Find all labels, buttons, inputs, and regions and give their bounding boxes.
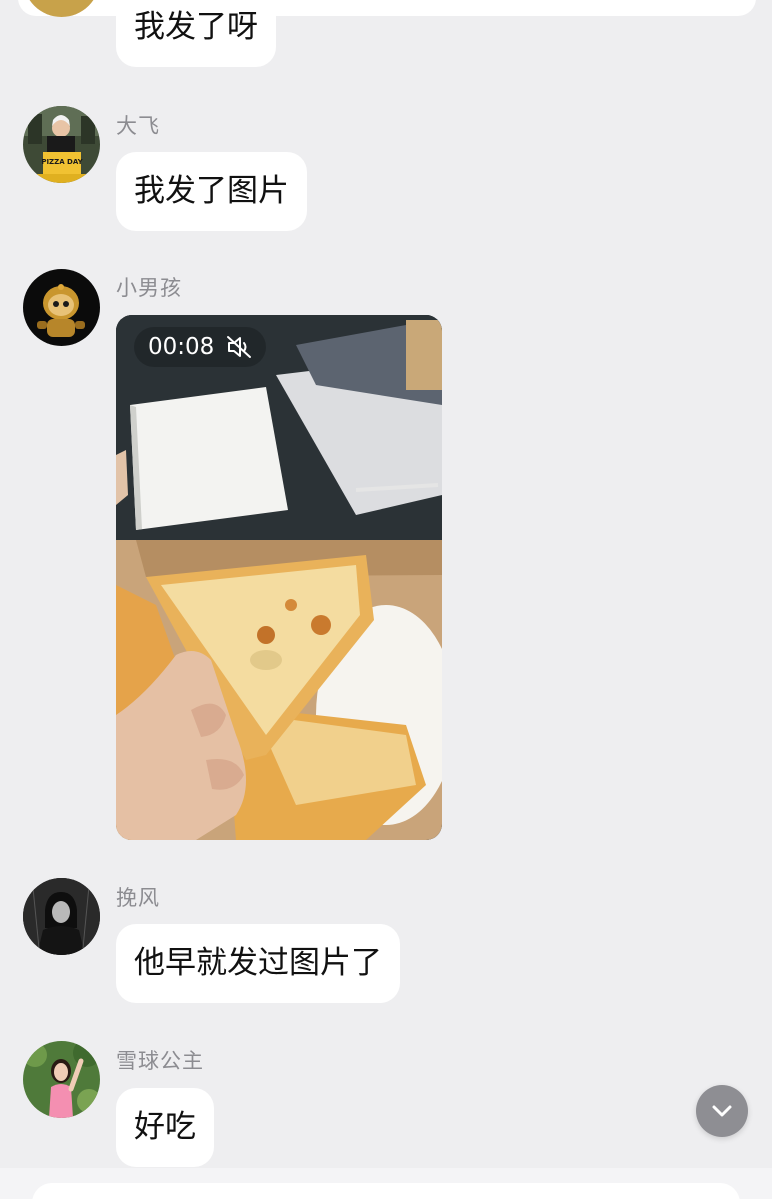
sender-name: 小男孩 xyxy=(116,276,182,300)
sender-name: 雪球公主 xyxy=(116,1049,204,1073)
sender-name: 大飞 xyxy=(116,114,160,138)
video-message[interactable]: 00:08 xyxy=(116,315,442,840)
avatar[interactable]: PIZZA DAY xyxy=(23,106,100,183)
message-bubble[interactable]: 好吃 xyxy=(116,1088,214,1167)
message-input[interactable] xyxy=(32,1183,740,1199)
chevron-down-icon xyxy=(712,1105,732,1117)
video-thumbnail xyxy=(116,315,442,840)
message-bubble[interactable]: 他早就发过图片了 xyxy=(116,924,400,1003)
video-overlay: 00:08 xyxy=(134,327,267,367)
speaker-muted-icon[interactable] xyxy=(226,334,252,360)
avatar[interactable] xyxy=(23,269,100,346)
avatar[interactable] xyxy=(23,1041,100,1118)
avatar-pizza-text: PIZZA DAY xyxy=(41,158,83,166)
video-duration: 00:08 xyxy=(148,334,215,360)
scroll-to-bottom-button[interactable] xyxy=(696,1085,748,1137)
sender-name: 挽风 xyxy=(116,886,160,910)
message-bubble[interactable]: 我发了呀 xyxy=(116,0,276,67)
avatar[interactable] xyxy=(23,878,100,955)
message-bubble[interactable]: 我发了图片 xyxy=(116,152,307,231)
